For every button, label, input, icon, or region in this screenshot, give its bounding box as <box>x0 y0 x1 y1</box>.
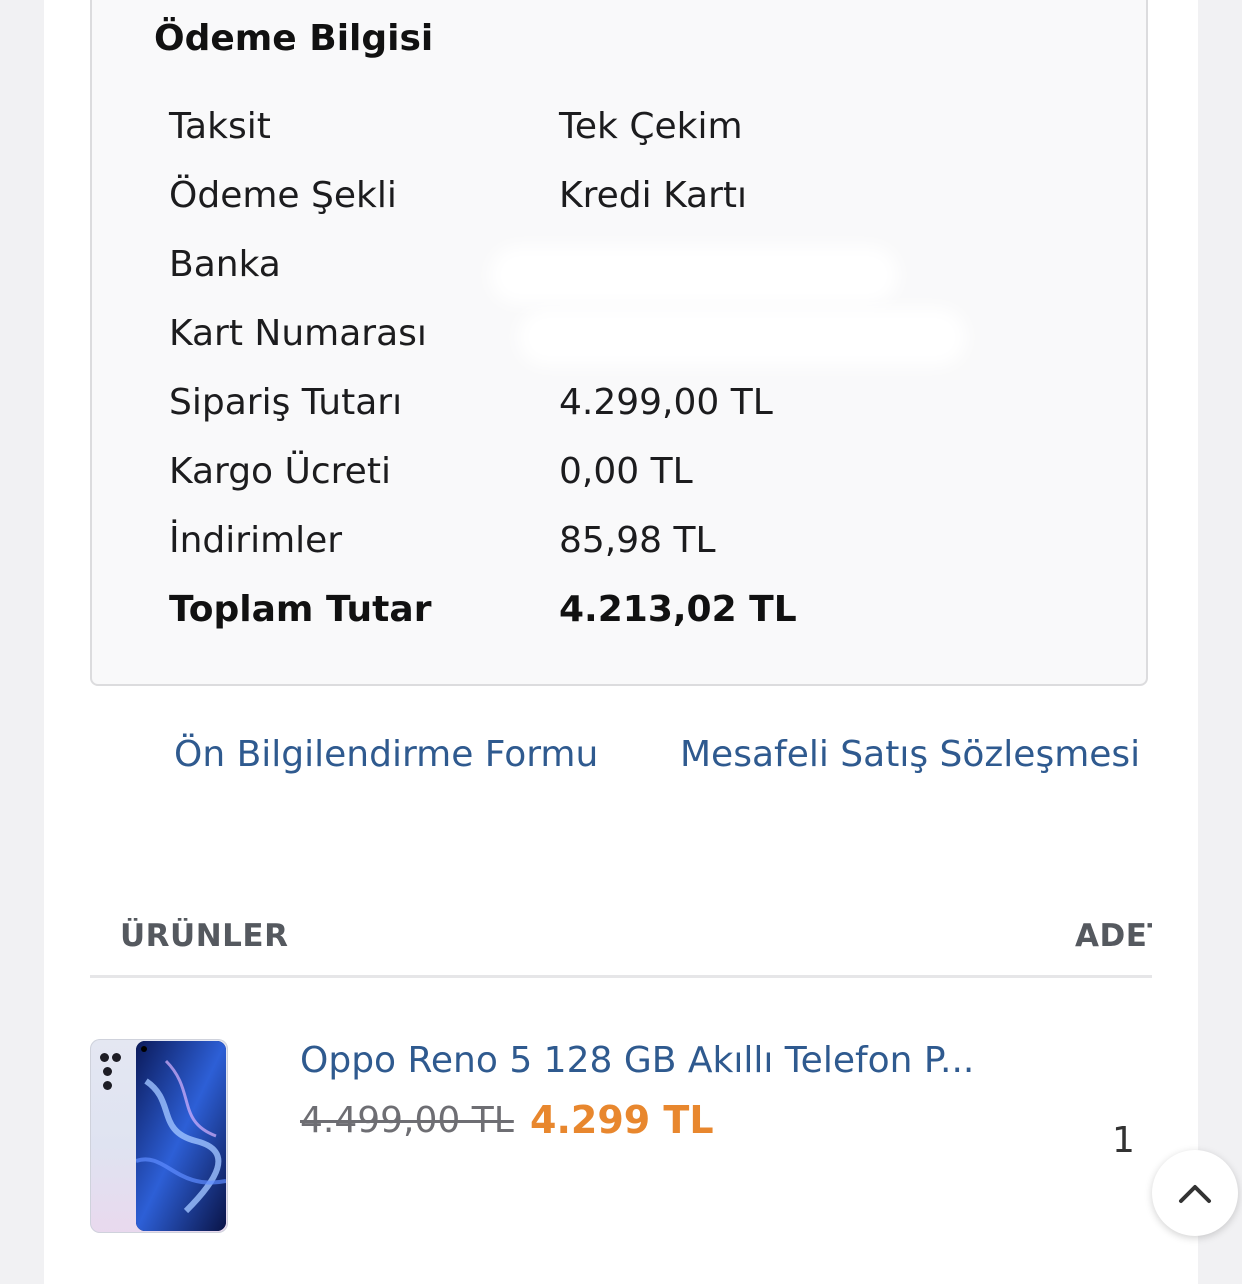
payment-row-label: Banka <box>169 244 281 285</box>
scroll-to-top-button[interactable] <box>1152 1150 1238 1236</box>
phone-screen <box>136 1041 226 1231</box>
product-quantity: 1 <box>1112 1120 1135 1161</box>
distance-sales-contract-link[interactable]: Mesafeli Satış Sözleşmesi <box>680 734 1140 775</box>
order-detail-page: Ödeme Bilgisi Taksit Tek Çekim Ödeme Şek… <box>44 0 1238 1284</box>
product-name-link[interactable]: Oppo Reno 5 128 GB Akıllı Telefon P... <box>300 1040 974 1081</box>
camera-dot <box>103 1081 112 1090</box>
payment-info-card: Ödeme Bilgisi Taksit Tek Çekim Ödeme Şek… <box>90 0 1148 686</box>
payment-row-value: 4.299,00 TL <box>559 382 773 423</box>
payment-row-label: Toplam Tutar <box>169 589 432 630</box>
payment-row-label: Kart Numarası <box>169 313 427 354</box>
payment-info-title: Ödeme Bilgisi <box>154 18 434 59</box>
payment-row-value: Kredi Kartı <box>559 175 748 216</box>
payment-row-method: Ödeme Şekli Kredi Kartı <box>169 171 1069 221</box>
payment-row-label: Ödeme Şekli <box>169 175 397 216</box>
camera-dot <box>100 1053 109 1062</box>
quantity-column-header: ADET <box>1075 918 1152 954</box>
payment-row-total: Toplam Tutar 4.213,02 TL <box>169 585 1069 635</box>
payment-row-discounts: İndirimler 85,98 TL <box>169 516 1069 566</box>
payment-row-label: Sipariş Tutarı <box>169 382 403 423</box>
chevron-up-icon <box>1179 1185 1211 1203</box>
camera-dot <box>112 1053 121 1062</box>
divider <box>90 975 1152 978</box>
payment-row-value: Tek Çekim <box>559 106 743 147</box>
redacted-card-number <box>532 322 952 352</box>
products-header: ÜRÜNLER ADET <box>90 918 1152 962</box>
payment-row-installment: Taksit Tek Çekim <box>169 102 1069 152</box>
phone-wallpaper <box>136 1041 226 1231</box>
payment-row-value: 4.213,02 TL <box>559 589 797 630</box>
phone-product-image[interactable] <box>90 1039 228 1233</box>
products-column-header: ÜRÜNLER <box>120 918 289 954</box>
product-old-price: 4.499,00 TL <box>300 1100 514 1141</box>
payment-row-order-amount: Sipariş Tutarı 4.299,00 TL <box>169 378 1069 428</box>
payment-row-shipping: Kargo Ücreti 0,00 TL <box>169 447 1069 497</box>
payment-row-value: 85,98 TL <box>559 520 716 561</box>
payment-row-label: İndirimler <box>169 520 343 561</box>
payment-row-value: 0,00 TL <box>559 451 693 492</box>
payment-row-label: Taksit <box>169 106 271 147</box>
redacted-bank <box>504 260 884 290</box>
camera-dot <box>103 1067 112 1076</box>
payment-row-label: Kargo Ücreti <box>169 451 391 492</box>
product-new-price: 4.299 TL <box>530 1098 714 1142</box>
pre-info-form-link[interactable]: Ön Bilgilendirme Formu <box>174 734 598 775</box>
